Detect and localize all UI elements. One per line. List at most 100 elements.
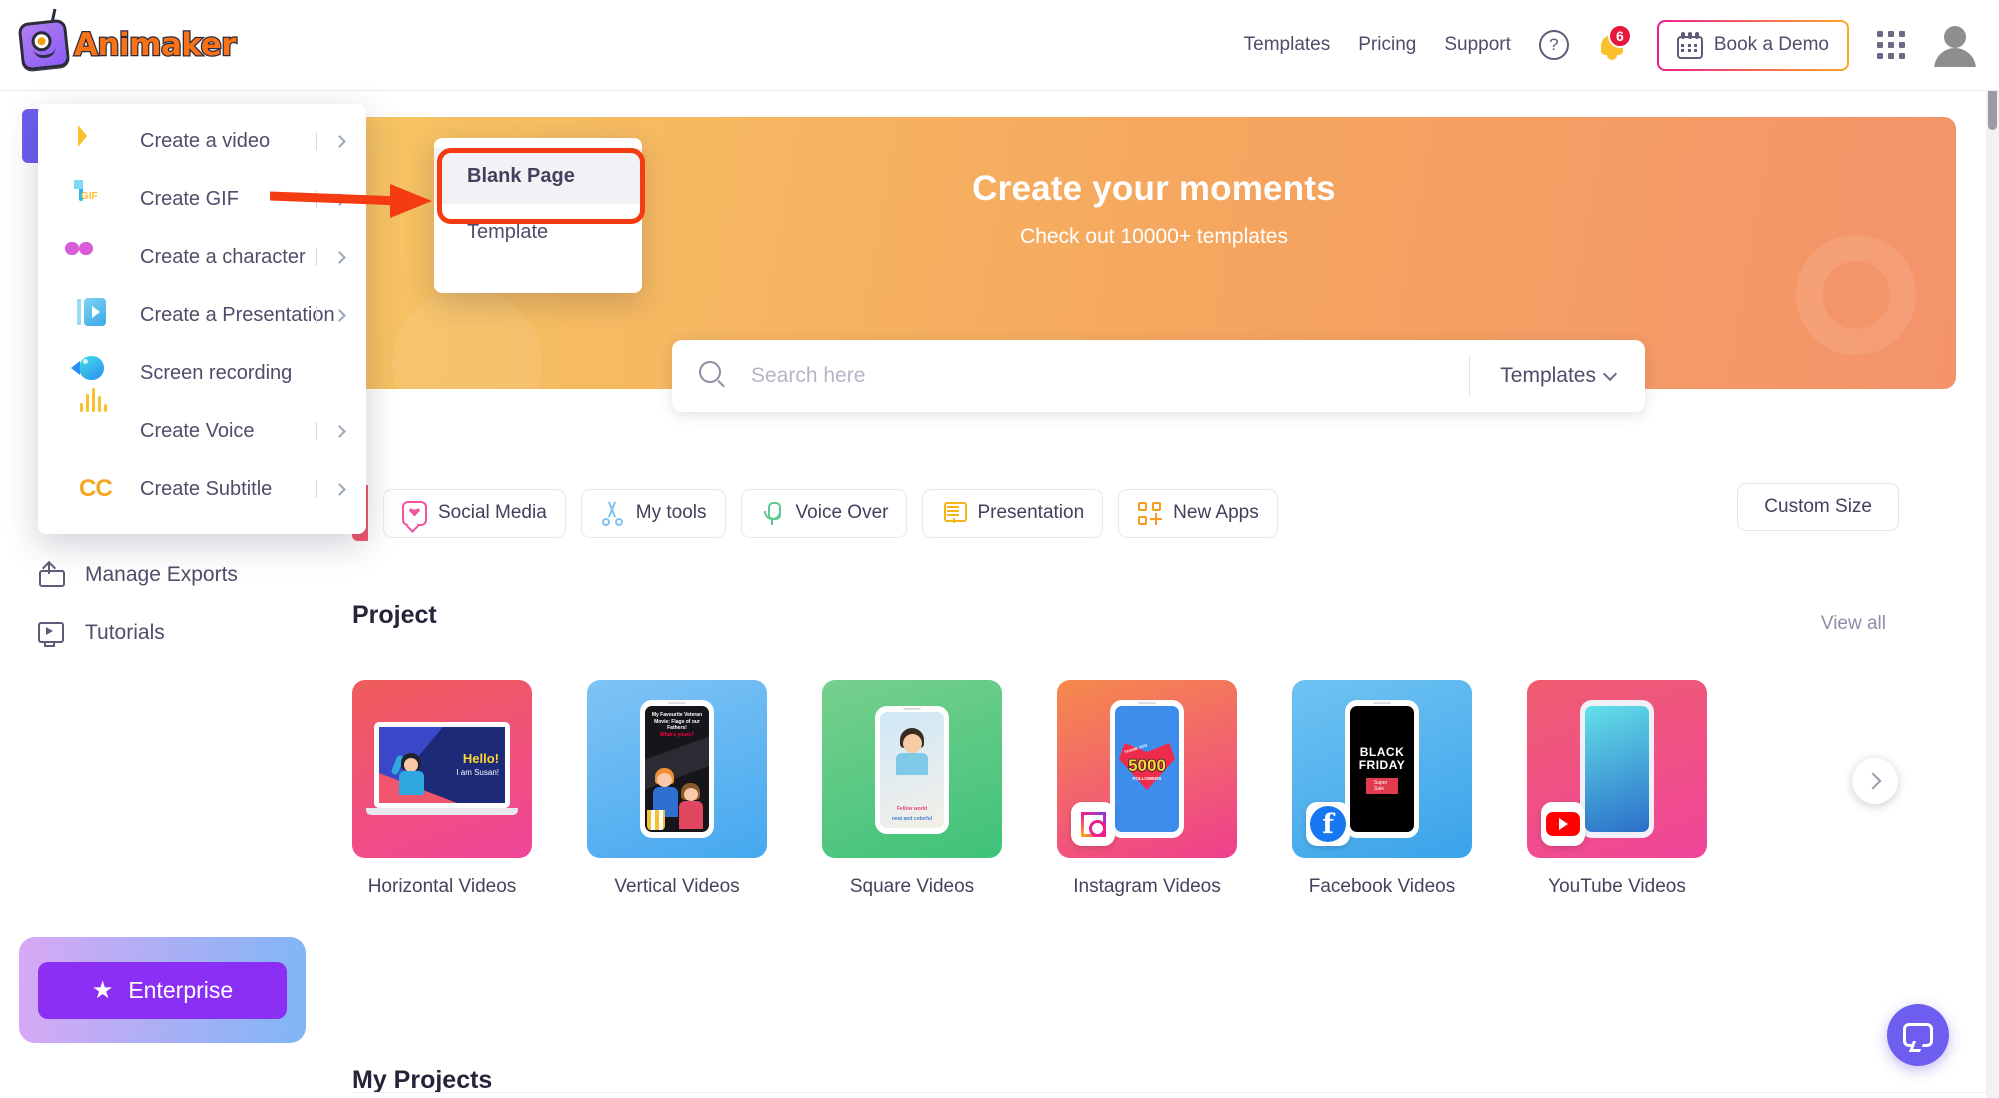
sidebar-item-label: Manage Exports (85, 563, 238, 586)
animaker-logo[interactable]: Animaker (17, 8, 238, 72)
presentation-icon (941, 501, 968, 526)
notifications-bell-icon[interactable]: 6 (1597, 24, 1632, 62)
filter-chip-voice-over[interactable]: Voice Over (740, 488, 908, 538)
notification-badge: 6 (1607, 24, 1632, 48)
search-category-dropdown[interactable]: Templates (1470, 364, 1645, 388)
card-label: Horizontal Videos (367, 876, 517, 897)
apps-grid-icon[interactable] (1877, 31, 1905, 59)
menu-item-label: Create Subtitle (140, 477, 273, 500)
star-icon: ★ (91, 976, 114, 1004)
filter-chip-label: Presentation (977, 502, 1085, 523)
chevron-right-icon (316, 422, 346, 440)
nav-templates[interactable]: Templates (1244, 34, 1331, 56)
calendar-icon (1676, 31, 1703, 59)
filter-chip-label: New Apps (1173, 502, 1259, 523)
menu-item-label: Create Voice (140, 419, 255, 442)
thumb-sub-text: I am Susan! (456, 768, 499, 777)
create-dropdown-menu: Create a video GIF Create GIF Create a c… (38, 104, 366, 534)
thumb-caption-2: neat and colorful (891, 816, 933, 822)
thumb-caption-1: Fellow world (896, 806, 928, 812)
book-a-demo-label: Book a Demo (1713, 34, 1829, 55)
search-category-label: Templates (1500, 364, 1596, 387)
card-thumbnail (1527, 680, 1707, 858)
thumb-sale-text: Super Sale (1366, 778, 1398, 794)
facebook-icon: f (1306, 802, 1350, 846)
filter-chip-label: Social Media (438, 502, 547, 523)
chevron-down-icon (1602, 366, 1618, 381)
menu-item-create-a-character[interactable]: Create a character (38, 228, 366, 286)
submenu-item-blank-page[interactable]: Blank Page (434, 148, 642, 204)
thumb-friday-text: FRIDAY (1358, 757, 1406, 772)
card-horizontal-videos[interactable]: Hello! I am Susan! Horizontal Videos (352, 680, 532, 898)
filter-chip-label: Voice Over (795, 502, 889, 523)
menu-item-label: Create GIF (140, 187, 239, 210)
section-heading: Project (352, 601, 437, 629)
menu-item-label: Create a Presentation (140, 303, 335, 326)
gif-icon: GIF (79, 180, 113, 216)
menu-item-create-a-presentation[interactable]: Create a Presentation (38, 286, 366, 344)
annotation-arrow (270, 184, 432, 218)
thumb-number: 5000 (1127, 755, 1166, 776)
presentation-play-icon (76, 298, 113, 332)
card-vertical-videos[interactable]: My Favourite Veteran Movie: Flags of our… (587, 680, 767, 898)
filter-chip-my-tools[interactable]: My tools (580, 488, 726, 538)
custom-size-button[interactable]: Custom Size (1737, 483, 1899, 531)
menu-item-create-a-video[interactable]: Create a video (38, 112, 366, 170)
book-a-demo-button[interactable]: Book a Demo (1657, 20, 1849, 71)
card-thumbnail: My Favourite Veteran Movie: Flags of our… (587, 680, 767, 858)
search-bar: Templates (672, 340, 1645, 412)
menu-item-create-subtitle[interactable]: CC Create Subtitle (38, 460, 366, 518)
submenu-item-template[interactable]: Template (434, 204, 642, 260)
video-icon (79, 124, 113, 158)
card-label: YouTube Videos (1548, 876, 1686, 897)
tutorial-video-icon (36, 619, 64, 647)
chat-support-button[interactable] (1887, 1004, 1949, 1066)
nav-pricing[interactable]: Pricing (1358, 34, 1416, 56)
menu-item-label: Screen recording (140, 361, 293, 384)
enterprise-button[interactable]: ★ Enterprise (38, 961, 287, 1019)
social-media-icon (402, 500, 427, 526)
filter-chip-social-media[interactable]: Social Media (383, 488, 566, 538)
enterprise-promo: ★ Enterprise (19, 937, 306, 1043)
menu-item-label: Create a character (140, 245, 306, 268)
nav-support[interactable]: Support (1444, 34, 1511, 56)
search-input[interactable] (751, 364, 1470, 388)
waveform-icon (79, 388, 113, 448)
character-icon (79, 240, 113, 274)
logo-text: Animaker (73, 26, 238, 65)
rail-next-button[interactable] (1852, 758, 1898, 804)
filter-chip-presentation[interactable]: Presentation (922, 488, 1104, 538)
card-instagram-videos[interactable]: THANK YOU 5000 FOLLOWERS Instagram Video… (1057, 680, 1237, 898)
header-nav: Templates Pricing Support ? 6 Book a Dem… (1244, 20, 1999, 71)
thumb-followers: FOLLOWERS (1132, 776, 1162, 781)
page-scrollbar[interactable] (1986, 0, 1999, 1098)
scissors-icon (600, 501, 625, 526)
card-square-videos[interactable]: Fellow world neat and colorful Square Vi… (822, 680, 1002, 898)
card-thumbnail: Fellow world neat and colorful (822, 680, 1002, 858)
youtube-icon (1541, 802, 1585, 846)
create-video-submenu: Blank Page Template (434, 138, 642, 293)
camcorder-icon (71, 356, 113, 390)
chevron-right-icon (316, 132, 346, 150)
my-projects-heading: My Projects (352, 1066, 493, 1094)
filter-chip-new-apps[interactable]: New Apps (1118, 488, 1278, 538)
sidebar-item-tutorials[interactable]: Tutorials (0, 604, 352, 662)
card-facebook-videos[interactable]: BLACK FRIDAY Super Sale f Facebook Video… (1292, 680, 1472, 898)
app-root: Animaker Templates Pricing Support ? 6 B… (0, 0, 1999, 1098)
menu-item-label: Create a video (140, 129, 271, 152)
microphone-icon (760, 501, 785, 526)
filter-chip-row: Social Media My tools Voice Over Present… (352, 485, 1278, 541)
user-avatar[interactable] (1933, 23, 1977, 67)
view-all-link[interactable]: View all (1821, 613, 1886, 635)
new-apps-icon (1137, 501, 1163, 526)
chat-icon (1903, 1023, 1933, 1047)
chevron-right-icon (316, 480, 346, 498)
top-header: Animaker Templates Pricing Support ? 6 B… (0, 0, 1999, 91)
menu-item-create-voice[interactable]: Create Voice (38, 388, 366, 460)
enterprise-label: Enterprise (128, 976, 234, 1003)
instagram-icon (1071, 802, 1115, 846)
sidebar-item-manage-exports[interactable]: Manage Exports (0, 546, 352, 604)
card-youtube-videos[interactable]: YouTube Videos (1527, 680, 1707, 898)
card-label: Facebook Videos (1308, 876, 1456, 897)
help-icon[interactable]: ? (1538, 30, 1569, 60)
